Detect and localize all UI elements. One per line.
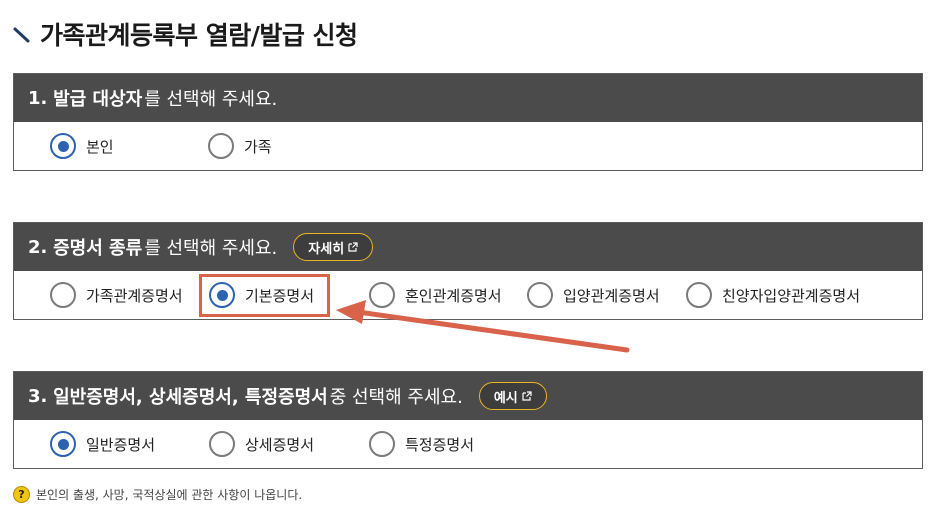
question-mark-icon: ?	[13, 486, 30, 503]
info-note-text: 본인의 출생, 사망, 국적상실에 관한 사항이 나옵니다.	[36, 488, 303, 502]
annotation-arrow-icon	[336, 300, 630, 353]
info-note: ? 본인의 출생, 사망, 국적상실에 관한 사항이 나옵니다.	[13, 486, 302, 503]
